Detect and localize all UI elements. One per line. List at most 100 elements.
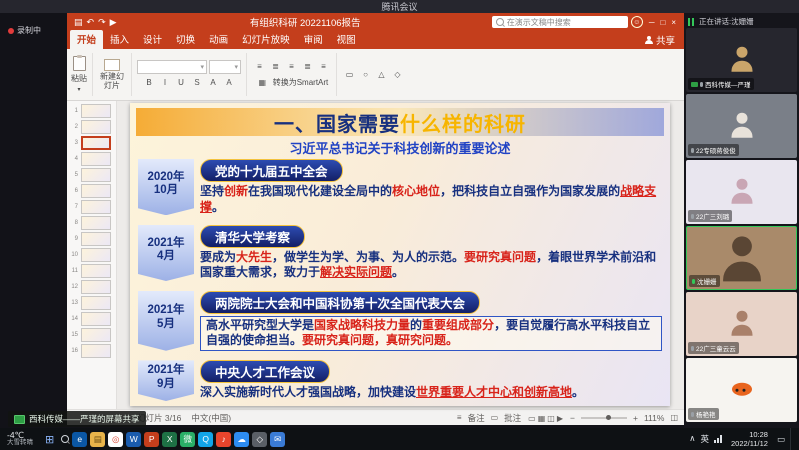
participant-tile[interactable]: 22专硕蒋俊俊 bbox=[686, 94, 797, 158]
participant-tile[interactable]: 杨艳艳 bbox=[686, 358, 797, 422]
qat-icon[interactable]: ▤ bbox=[72, 17, 85, 27]
comments-icon: ▭ bbox=[491, 413, 499, 422]
language-indicator[interactable]: 中文(中国) bbox=[191, 412, 231, 424]
font-name-select[interactable] bbox=[137, 60, 207, 74]
window-control-icon[interactable]: ─ bbox=[646, 18, 658, 27]
slide-thumbnail[interactable]: 9 bbox=[70, 232, 113, 246]
slide-thumbnail[interactable]: 3 bbox=[70, 136, 113, 150]
format-button[interactable]: S bbox=[190, 76, 205, 90]
slide-thumbnail[interactable]: 16 bbox=[70, 344, 113, 358]
shape-button[interactable]: △ bbox=[374, 68, 389, 82]
taskbar-app-icon[interactable]: P bbox=[144, 432, 159, 447]
taskbar-app-icon[interactable]: ♪ bbox=[216, 432, 231, 447]
participant-tile[interactable]: 22广三童云云 bbox=[686, 292, 797, 356]
view-button[interactable]: ▶ bbox=[556, 414, 564, 423]
taskbar-app-icon[interactable]: W bbox=[126, 432, 141, 447]
slide-thumbnail[interactable]: 8 bbox=[70, 216, 113, 230]
ribbon-tab[interactable]: 幻灯片放映 bbox=[235, 30, 297, 49]
view-button[interactable]: ▭ bbox=[527, 414, 537, 423]
mic-icon bbox=[691, 412, 694, 417]
ribbon-tab[interactable]: 开始 bbox=[70, 30, 103, 49]
paragraph-button[interactable]: ≣ bbox=[268, 60, 283, 74]
tray-icon[interactable]: ∧ bbox=[689, 433, 695, 445]
ribbon-tab[interactable]: 设计 bbox=[136, 30, 169, 49]
start-button[interactable]: ⊞ bbox=[41, 433, 58, 446]
zoom-out-button[interactable]: − bbox=[570, 413, 575, 423]
paragraph-button[interactable]: ≣ bbox=[300, 60, 315, 74]
window-control-icon[interactable]: × bbox=[668, 18, 679, 27]
recording-dot-icon bbox=[8, 28, 14, 34]
taskbar-clock[interactable]: 10:28 2022/11/12 bbox=[727, 430, 772, 448]
slide-thumbnail[interactable]: 11 bbox=[70, 264, 113, 278]
notification-center-icon[interactable]: ▭ bbox=[777, 434, 785, 445]
paragraph-button[interactable]: ≡ bbox=[316, 60, 331, 74]
paragraph-button[interactable]: ≡ bbox=[252, 60, 267, 74]
taskbar-app-icon[interactable]: ◇ bbox=[252, 432, 267, 447]
taskbar-app-icon[interactable]: 微 bbox=[180, 432, 195, 447]
network-icon[interactable] bbox=[714, 435, 722, 443]
format-button[interactable]: A bbox=[206, 76, 221, 90]
participant-tile[interactable]: 22广三刘璐 bbox=[686, 160, 797, 224]
qat-icon[interactable]: ↷ bbox=[96, 17, 108, 27]
paste-button[interactable]: 粘贴 ▾ bbox=[71, 51, 87, 98]
participant-tile[interactable]: 沈姗姗 bbox=[686, 226, 797, 290]
show-desktop-button[interactable] bbox=[790, 428, 794, 450]
taskbar-app-icon[interactable]: ◎ bbox=[108, 432, 123, 447]
participant-tile[interactable]: 西科传媒—严瑾 bbox=[686, 28, 797, 92]
slide-thumbnail[interactable]: 6 bbox=[70, 184, 113, 198]
ribbon-tab[interactable]: 审阅 bbox=[297, 30, 330, 49]
slide-thumbnail[interactable]: 12 bbox=[70, 280, 113, 294]
format-button[interactable]: U bbox=[174, 76, 189, 90]
share-button[interactable]: 共享 bbox=[645, 33, 681, 49]
format-button[interactable]: B bbox=[142, 76, 157, 90]
taskbar-app-icon[interactable]: e bbox=[72, 432, 87, 447]
weather-widget[interactable]: -4℃ 大雪转晴 bbox=[2, 431, 38, 447]
paste-label: 粘贴 bbox=[71, 73, 87, 84]
slide-thumbnail[interactable]: 5 bbox=[70, 168, 113, 182]
view-button[interactable]: ▦ bbox=[537, 414, 547, 423]
slide-thumbnail[interactable]: 14 bbox=[70, 312, 113, 326]
notes-toggle[interactable]: 备注 bbox=[468, 412, 485, 424]
zoom-in-button[interactable]: + bbox=[633, 413, 638, 423]
font-size-select[interactable] bbox=[209, 60, 241, 74]
slide-thumbnail[interactable]: 1 bbox=[70, 104, 113, 118]
ribbon-tab[interactable]: 切换 bbox=[169, 30, 202, 49]
ribbon-tab[interactable]: 动画 bbox=[202, 30, 235, 49]
slide-thumbnail[interactable]: 13 bbox=[70, 296, 113, 310]
slide-thumbnail[interactable]: 2 bbox=[70, 120, 113, 134]
shape-button[interactable]: ○ bbox=[358, 68, 373, 82]
taskbar-app-icon[interactable]: ▤ bbox=[90, 432, 105, 447]
format-button[interactable]: A bbox=[222, 76, 237, 90]
slide-thumbnail[interactable]: 4 bbox=[70, 152, 113, 166]
shape-button[interactable]: ◇ bbox=[390, 68, 405, 82]
tray-icon[interactable]: 英 bbox=[700, 433, 709, 445]
shape-button[interactable]: ▭ bbox=[342, 68, 357, 82]
comments-toggle[interactable]: 批注 bbox=[504, 412, 521, 424]
ppt-search-input[interactable]: 在演示文稿中搜索 bbox=[492, 16, 628, 28]
view-button[interactable]: ◫ bbox=[546, 414, 556, 423]
new-slide-button[interactable]: 新建幻灯片 bbox=[98, 51, 126, 98]
taskbar-search-icon[interactable] bbox=[61, 435, 69, 443]
smartart-button[interactable]: ▦ 转换为SmartArt bbox=[255, 76, 329, 90]
zoom-slider-knob[interactable] bbox=[606, 415, 611, 420]
window-control-icon[interactable]: □ bbox=[657, 18, 668, 27]
fit-to-window-button[interactable]: ◫ bbox=[670, 413, 678, 422]
participant-avatar bbox=[729, 112, 755, 138]
taskbar-app-icon[interactable]: ✉ bbox=[270, 432, 285, 447]
slide-thumbnail[interactable]: 15 bbox=[70, 328, 113, 342]
zoom-level[interactable]: 111% bbox=[644, 413, 664, 423]
ribbon-tab[interactable]: 插入 bbox=[103, 30, 136, 49]
zoom-slider[interactable] bbox=[581, 417, 627, 419]
qat-icon[interactable]: ▶ bbox=[108, 17, 119, 27]
ribbon-tab[interactable]: 视图 bbox=[330, 30, 363, 49]
slide-thumbnail[interactable]: 10 bbox=[70, 248, 113, 262]
taskbar-app-icon[interactable]: Q bbox=[198, 432, 213, 447]
format-button[interactable]: I bbox=[158, 76, 173, 90]
paragraph-button[interactable]: ≡ bbox=[284, 60, 299, 74]
feedback-smiley-icon[interactable]: ☺ bbox=[631, 16, 643, 28]
qat-icon[interactable]: ↶ bbox=[85, 17, 97, 27]
taskbar-app-icon[interactable]: ☁ bbox=[234, 432, 249, 447]
thumbnail-number: 10 bbox=[70, 252, 78, 258]
slide-thumbnail[interactable]: 7 bbox=[70, 200, 113, 214]
taskbar-app-icon[interactable]: X bbox=[162, 432, 177, 447]
